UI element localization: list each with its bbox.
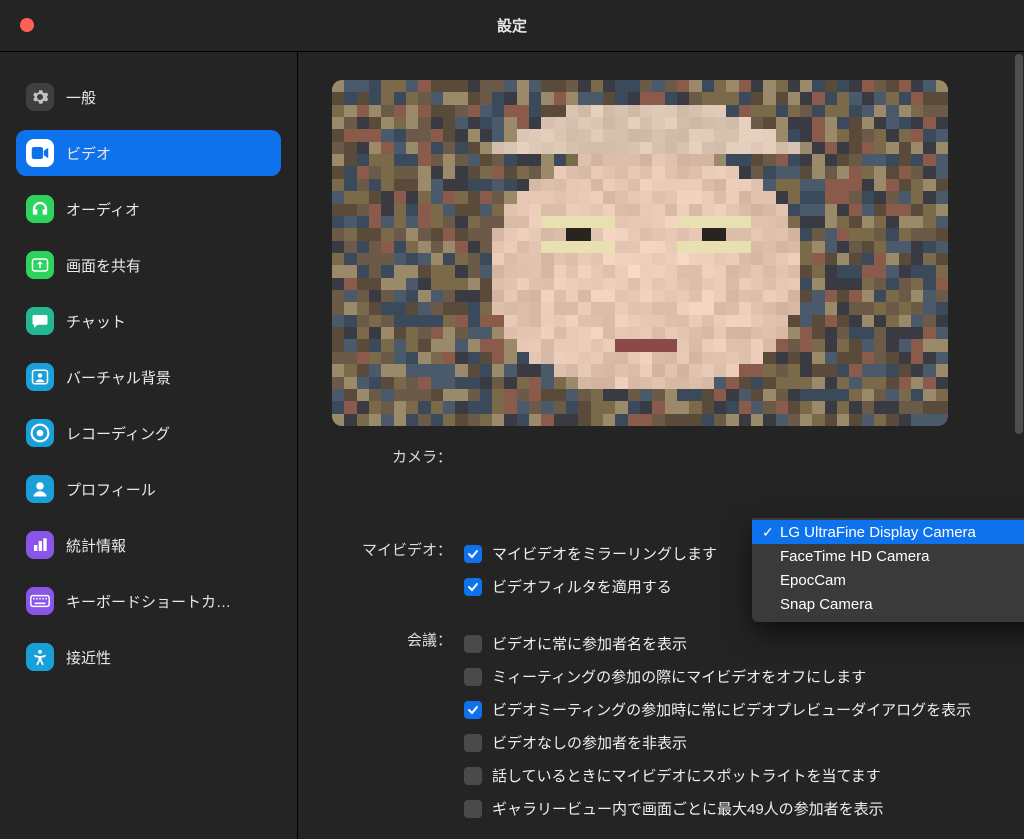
close-window-button[interactable] xyxy=(20,18,34,32)
meeting-option-row[interactable]: ビデオに常に参加者名を表示 xyxy=(464,627,990,660)
myvideo-option-label: マイビデオをミラーリングします xyxy=(492,543,717,564)
meeting-option-label: ビデオミーティングの参加時に常にビデオプレビューダイアログを表示 xyxy=(492,699,971,720)
sidebar-item-label: バーチャル背景 xyxy=(66,367,171,388)
meeting-option-label: ミィーティングの参加の際にマイビデオをオフにします xyxy=(492,666,866,687)
main-pane: カメラ： マイビデオ： マイビデオをミラーリングしますビデオフィルタを適用する … xyxy=(298,52,1024,839)
video-preview xyxy=(332,80,948,426)
user-bg-icon xyxy=(26,363,54,391)
sidebar-item-record[interactable]: レコーディング xyxy=(16,410,281,456)
meeting-option-checkbox[interactable] xyxy=(464,635,482,653)
meeting-option-row[interactable]: ビデオミーティングの参加時に常にビデオプレビューダイアログを表示 xyxy=(464,693,990,726)
record-icon xyxy=(26,419,54,447)
camera-dropdown-option-label: LG UltraFine Display Camera xyxy=(780,524,976,541)
sidebar-item-label: キーボードショートカ… xyxy=(66,591,231,612)
window-title: 設定 xyxy=(0,15,1024,36)
sidebar: 一般ビデオオーディオ画面を共有チャットバーチャル背景レコーディングプロフィール統… xyxy=(0,52,298,839)
profile-icon xyxy=(26,475,54,503)
sidebar-item-label: 統計情報 xyxy=(66,535,126,556)
sidebar-item-stats[interactable]: 統計情報 xyxy=(16,522,281,568)
sidebar-item-video[interactable]: ビデオ xyxy=(16,130,281,176)
myvideo-option-checkbox[interactable] xyxy=(464,578,482,596)
meeting-option-row[interactable]: ビデオなしの参加者を非表示 xyxy=(464,726,990,759)
sidebar-item-user-bg[interactable]: バーチャル背景 xyxy=(16,354,281,400)
sidebar-item-label: 接近性 xyxy=(66,647,111,668)
share-icon xyxy=(26,251,54,279)
sidebar-item-chat[interactable]: チャット xyxy=(16,298,281,344)
headset-icon xyxy=(26,195,54,223)
sidebar-item-label: 画面を共有 xyxy=(66,255,141,276)
camera-dropdown-menu[interactable]: ✓LG UltraFine Display Camera FaceTime HD … xyxy=(752,518,1024,622)
camera-dropdown-option[interactable]: FaceTime HD Camera xyxy=(752,544,1024,568)
scrollbar-thumb[interactable] xyxy=(1015,54,1023,434)
meeting-option-checkbox[interactable] xyxy=(464,767,482,785)
camera-dropdown-option-label: EpocCam xyxy=(780,572,846,589)
meeting-option-label: ビデオなしの参加者を非表示 xyxy=(492,732,687,753)
check-icon: ✓ xyxy=(762,524,776,541)
sidebar-item-accessibility[interactable]: 接近性 xyxy=(16,634,281,680)
camera-dropdown-option[interactable]: Snap Camera xyxy=(752,592,1024,616)
sidebar-item-label: プロフィール xyxy=(66,479,156,500)
camera-dropdown-option[interactable]: ✓LG UltraFine Display Camera xyxy=(752,520,1024,544)
keyboard-icon xyxy=(26,587,54,615)
myvideo-option-checkbox[interactable] xyxy=(464,545,482,563)
accessibility-icon xyxy=(26,643,54,671)
meeting-option-checkbox[interactable] xyxy=(464,800,482,818)
meeting-option-row[interactable]: ミィーティングの参加の際にマイビデオをオフにします xyxy=(464,660,990,693)
meeting-option-label: ビデオに常に参加者名を表示 xyxy=(492,633,687,654)
scrollbar[interactable] xyxy=(1015,52,1023,839)
sidebar-item-keyboard[interactable]: キーボードショートカ… xyxy=(16,578,281,624)
stats-icon xyxy=(26,531,54,559)
meeting-option-row[interactable]: ギャラリービュー内で画面ごとに最大49人の参加者を表示 xyxy=(464,792,990,825)
meeting-option-row[interactable]: 話しているときにマイビデオにスポットライトを当てます xyxy=(464,759,990,792)
sidebar-item-label: チャット xyxy=(66,311,126,332)
camera-dropdown-option[interactable]: EpocCam xyxy=(752,568,1024,592)
meeting-option-checkbox[interactable] xyxy=(464,701,482,719)
titlebar: 設定 xyxy=(0,0,1024,52)
meeting-option-label: ギャラリービュー内で画面ごとに最大49人の参加者を表示 xyxy=(492,798,884,819)
traffic-lights xyxy=(20,18,34,32)
camera-dropdown-option-label: FaceTime HD Camera xyxy=(780,548,929,565)
meeting-option-checkbox[interactable] xyxy=(464,734,482,752)
sidebar-item-label: オーディオ xyxy=(66,199,140,220)
myvideo-label: マイビデオ： xyxy=(332,537,452,560)
myvideo-option-label: ビデオフィルタを適用する xyxy=(492,576,672,597)
meeting-option-label: 話しているときにマイビデオにスポットライトを当てます xyxy=(492,765,881,786)
camera-dropdown-option-label: Snap Camera xyxy=(780,596,873,613)
sidebar-item-label: 一般 xyxy=(66,87,96,108)
chat-icon xyxy=(26,307,54,335)
sidebar-item-label: ビデオ xyxy=(66,143,111,164)
meeting-option-checkbox[interactable] xyxy=(464,668,482,686)
gear-icon xyxy=(26,83,54,111)
sidebar-item-gear[interactable]: 一般 xyxy=(16,74,281,120)
camera-label: カメラ： xyxy=(332,444,452,467)
sidebar-item-profile[interactable]: プロフィール xyxy=(16,466,281,512)
sidebar-item-share[interactable]: 画面を共有 xyxy=(16,242,281,288)
video-icon xyxy=(26,139,54,167)
sidebar-item-label: レコーディング xyxy=(66,423,170,444)
meeting-label: 会議： xyxy=(332,627,452,650)
sidebar-item-headset[interactable]: オーディオ xyxy=(16,186,281,232)
